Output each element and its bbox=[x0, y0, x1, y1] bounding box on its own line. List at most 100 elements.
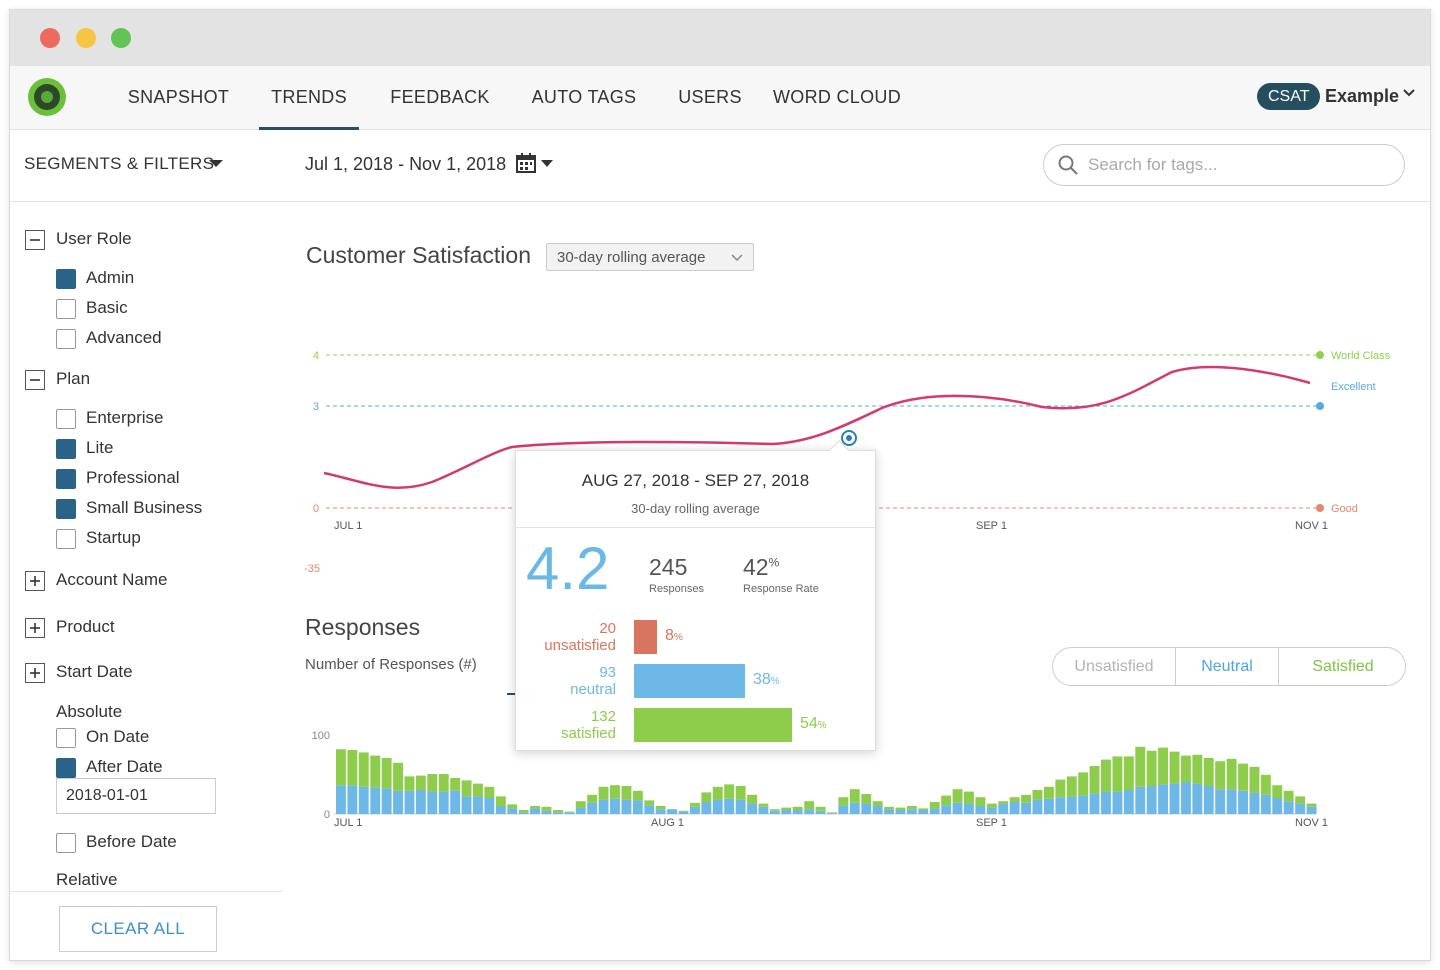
filter-group-label: User Role bbox=[56, 229, 132, 248]
chevron-down-icon[interactable] bbox=[1402, 88, 1416, 98]
satisfied-bar bbox=[427, 774, 438, 792]
checkbox[interactable] bbox=[56, 299, 76, 319]
satisfied-bar bbox=[1192, 754, 1203, 784]
tooltip-score: 4.2 bbox=[526, 535, 610, 602]
satisfied-bar bbox=[1032, 790, 1043, 800]
after-date-field[interactable] bbox=[56, 778, 216, 814]
neutral-bar bbox=[461, 796, 472, 814]
satisfied-bar bbox=[1215, 761, 1226, 790]
segments-filters-toggle[interactable]: SEGMENTS & FILTERS bbox=[24, 154, 214, 174]
world-class-label: World Class bbox=[1331, 350, 1391, 362]
top-navigation: SNAPSHOT TRENDS FEEDBACK AUTO TAGS USERS… bbox=[10, 66, 1430, 130]
collapse-icon[interactable] bbox=[25, 230, 45, 250]
filter-option-label: Lite bbox=[86, 438, 114, 457]
x-tick-label: NOV 1 bbox=[1295, 520, 1328, 532]
tab-auto-tags[interactable]: AUTO TAGS bbox=[527, 66, 641, 130]
toggle-satisfied[interactable]: Satisfied bbox=[1279, 648, 1405, 685]
satisfied-bar bbox=[769, 809, 780, 811]
checkbox-checked[interactable] bbox=[56, 439, 76, 459]
tab-word-cloud[interactable]: WORD CLOUD bbox=[770, 66, 904, 130]
search-input[interactable] bbox=[1088, 153, 1388, 177]
clear-all-button[interactable]: CLEAR ALL bbox=[59, 906, 217, 952]
toggle-neutral[interactable]: Neutral bbox=[1176, 648, 1279, 685]
tooltip-rate-unit: % bbox=[768, 555, 780, 570]
neutral-bar bbox=[473, 796, 483, 814]
app-window: SNAPSHOT TRENDS FEEDBACK AUTO TAGS USERS… bbox=[10, 10, 1430, 960]
satisfied-bar bbox=[747, 794, 757, 804]
neutral-bar bbox=[1078, 795, 1089, 814]
tooltip-unsatisfied-count: 20 unsatisfied bbox=[544, 620, 616, 654]
satisfied-bar bbox=[438, 774, 449, 792]
product-badge[interactable]: CSAT bbox=[1257, 83, 1321, 110]
neutral-bar bbox=[427, 791, 438, 814]
satisfied-bar bbox=[495, 796, 506, 806]
neutral-bar bbox=[450, 790, 461, 814]
neutral-bar bbox=[804, 809, 815, 814]
expand-icon[interactable] bbox=[25, 571, 45, 591]
satisfied-bar bbox=[381, 758, 392, 789]
satisfied-bar bbox=[610, 785, 620, 799]
neutral-bar bbox=[1226, 789, 1237, 814]
checkbox-checked[interactable] bbox=[56, 499, 76, 519]
satisfied-bar bbox=[1306, 803, 1317, 807]
satisfied-bar bbox=[975, 797, 986, 806]
tooltip-responses-label: Responses bbox=[649, 583, 705, 595]
filter-group-label: Product bbox=[56, 617, 115, 636]
account-selector[interactable]: Example bbox=[1325, 86, 1399, 107]
satisfied-bar bbox=[461, 780, 472, 797]
toggle-unsatisfied[interactable]: Unsatisfied bbox=[1053, 648, 1176, 685]
neutral-bar bbox=[1112, 791, 1123, 814]
checkbox-checked[interactable] bbox=[56, 758, 76, 778]
neutral-bar bbox=[438, 791, 449, 814]
caret-down-icon[interactable] bbox=[541, 160, 553, 168]
neutral-bar bbox=[975, 806, 986, 814]
satisfied-bar bbox=[632, 790, 643, 801]
neutral-bar bbox=[849, 802, 860, 814]
calendar-icon[interactable] bbox=[515, 152, 537, 174]
collapse-icon[interactable] bbox=[25, 370, 45, 390]
search-icon bbox=[1058, 155, 1078, 175]
satisfied-bar bbox=[553, 810, 563, 813]
checkbox[interactable] bbox=[56, 728, 76, 748]
satisfied-bar bbox=[530, 806, 540, 809]
tooltip-neutral-bar bbox=[634, 664, 745, 698]
neutral-bar bbox=[667, 809, 677, 814]
neutral-bar bbox=[564, 812, 575, 814]
neutral-bar bbox=[1089, 793, 1100, 814]
expand-icon[interactable] bbox=[25, 663, 45, 683]
x-tick-label: SEP 1 bbox=[976, 520, 1007, 532]
maximize-window-button[interactable] bbox=[111, 28, 131, 48]
checkbox[interactable] bbox=[56, 329, 76, 349]
checkbox-checked[interactable] bbox=[56, 269, 76, 289]
checkbox-checked[interactable] bbox=[56, 469, 76, 489]
neutral-bar bbox=[587, 802, 598, 814]
tab-users[interactable]: USERS bbox=[676, 66, 744, 130]
satisfied-bar bbox=[1238, 763, 1248, 791]
date-range-label[interactable]: Jul 1, 2018 - Nov 1, 2018 bbox=[305, 154, 506, 175]
tooltip-rate-label: Response Rate bbox=[743, 583, 819, 595]
expand-icon[interactable] bbox=[25, 618, 45, 638]
neutral-bar bbox=[1238, 790, 1248, 814]
satisfied-bar bbox=[1123, 756, 1134, 790]
responses-chart-title: Responses bbox=[305, 614, 421, 640]
caret-down-icon[interactable] bbox=[209, 160, 223, 168]
checkbox[interactable] bbox=[56, 409, 76, 429]
satisfied-bar bbox=[358, 752, 369, 787]
satisfied-bar bbox=[1021, 794, 1031, 803]
checkbox[interactable] bbox=[56, 529, 76, 549]
satisfied-bar bbox=[929, 802, 940, 809]
tab-snapshot[interactable]: SNAPSHOT bbox=[120, 66, 237, 130]
app-logo-icon[interactable] bbox=[28, 78, 66, 116]
tooltip-satisfied-pct: 54% bbox=[800, 715, 827, 732]
close-window-button[interactable] bbox=[40, 28, 60, 48]
tab-trends[interactable]: TRENDS bbox=[259, 66, 359, 130]
minimize-window-button[interactable] bbox=[76, 28, 96, 48]
filter-option-label: Admin bbox=[86, 268, 135, 287]
satisfied-bar bbox=[1260, 774, 1271, 795]
tab-feedback[interactable]: FEEDBACK bbox=[384, 66, 496, 130]
satisfied-bar bbox=[370, 755, 381, 788]
checkbox[interactable] bbox=[56, 833, 76, 853]
neutral-bar bbox=[690, 806, 700, 814]
good-marker bbox=[1316, 504, 1324, 512]
filter-option-label: Before Date bbox=[86, 832, 177, 851]
